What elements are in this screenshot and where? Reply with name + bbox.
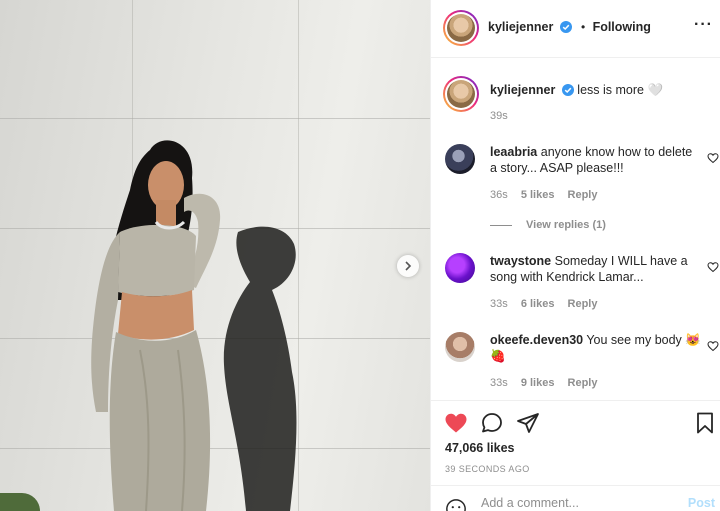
caption-text-block: kyliejenner less is more 🤍 [490, 82, 702, 98]
comment-username[interactable]: okeefe.deven30 [490, 333, 583, 347]
comment-time[interactable]: 36s [490, 189, 508, 201]
verified-badge-icon [559, 21, 572, 33]
comment-username[interactable]: leaabria [490, 145, 537, 159]
post-photo[interactable] [0, 0, 430, 511]
comment-likes[interactable]: 5 likes [521, 189, 555, 201]
post-side-panel: kyliejenner • Following ··· kyliejenner … [430, 0, 720, 511]
comment-time[interactable]: 33s [490, 377, 508, 389]
liked-heart-icon[interactable] [444, 411, 468, 435]
author-avatar[interactable] [443, 10, 479, 46]
posted-time[interactable]: 39 SECONDS AGO [445, 464, 530, 474]
post-photo-figure [91, 140, 297, 511]
caption-meta: 39s [490, 110, 518, 122]
view-replies-label: View replies (1) [526, 219, 606, 231]
comment-text-block: twaystone Someday I WILL have a song wit… [490, 253, 702, 285]
caption-text: less is more 🤍 [577, 83, 664, 97]
reply-button[interactable]: Reply [568, 377, 598, 389]
author-username[interactable]: kyliejenner [488, 20, 553, 34]
commenter-avatar[interactable] [445, 253, 475, 283]
like-comment-heart-icon[interactable] [707, 261, 719, 273]
add-comment-bar: Post [431, 485, 720, 511]
comment-likes[interactable]: 6 likes [521, 298, 555, 310]
comment-meta: 36s 5 likes Reply [490, 189, 607, 201]
more-options-icon[interactable]: ··· [694, 16, 713, 34]
caption-username[interactable]: kyliejenner [490, 83, 555, 97]
commenter-avatar[interactable] [445, 332, 475, 362]
like-comment-heart-icon[interactable] [707, 340, 719, 352]
comment-username[interactable]: twaystone [490, 254, 551, 268]
post-comment-button[interactable]: Post [688, 496, 715, 510]
comment-text-block: leaabria anyone know how to delete a sto… [490, 144, 702, 176]
following-button[interactable]: Following [593, 20, 651, 34]
like-count[interactable]: 47,066 likes [445, 441, 515, 455]
comment-input[interactable] [481, 496, 671, 510]
separator-dot: • [581, 20, 586, 34]
verified-badge-icon [561, 84, 574, 96]
share-icon[interactable] [516, 411, 540, 435]
save-bookmark-icon[interactable] [693, 411, 717, 435]
reply-button[interactable]: Reply [568, 189, 598, 201]
replies-line [490, 224, 512, 226]
comment-text-block: okeefe.deven30 You see my body 😻🍓 [490, 332, 702, 364]
emoji-icon[interactable] [445, 498, 467, 511]
view-replies-button[interactable]: View replies (1) [490, 219, 606, 231]
caption-time[interactable]: 39s [490, 110, 508, 122]
post-header: kyliejenner • Following ··· [431, 0, 720, 58]
chevron-right-icon [405, 261, 412, 271]
comment-likes[interactable]: 9 likes [521, 377, 555, 389]
next-photo-button[interactable] [397, 255, 419, 277]
reply-button[interactable]: Reply [568, 298, 598, 310]
post-actions: 47,066 likes 39 SECONDS AGO [431, 400, 720, 485]
comment-icon[interactable] [480, 411, 504, 435]
like-comment-heart-icon[interactable] [707, 152, 719, 164]
comment-meta: 33s 9 likes Reply [490, 377, 607, 389]
comment-meta: 33s 6 likes Reply [490, 298, 607, 310]
comment-time[interactable]: 33s [490, 298, 508, 310]
commenter-avatar[interactable] [445, 144, 475, 174]
caption-author-avatar[interactable] [443, 76, 479, 112]
